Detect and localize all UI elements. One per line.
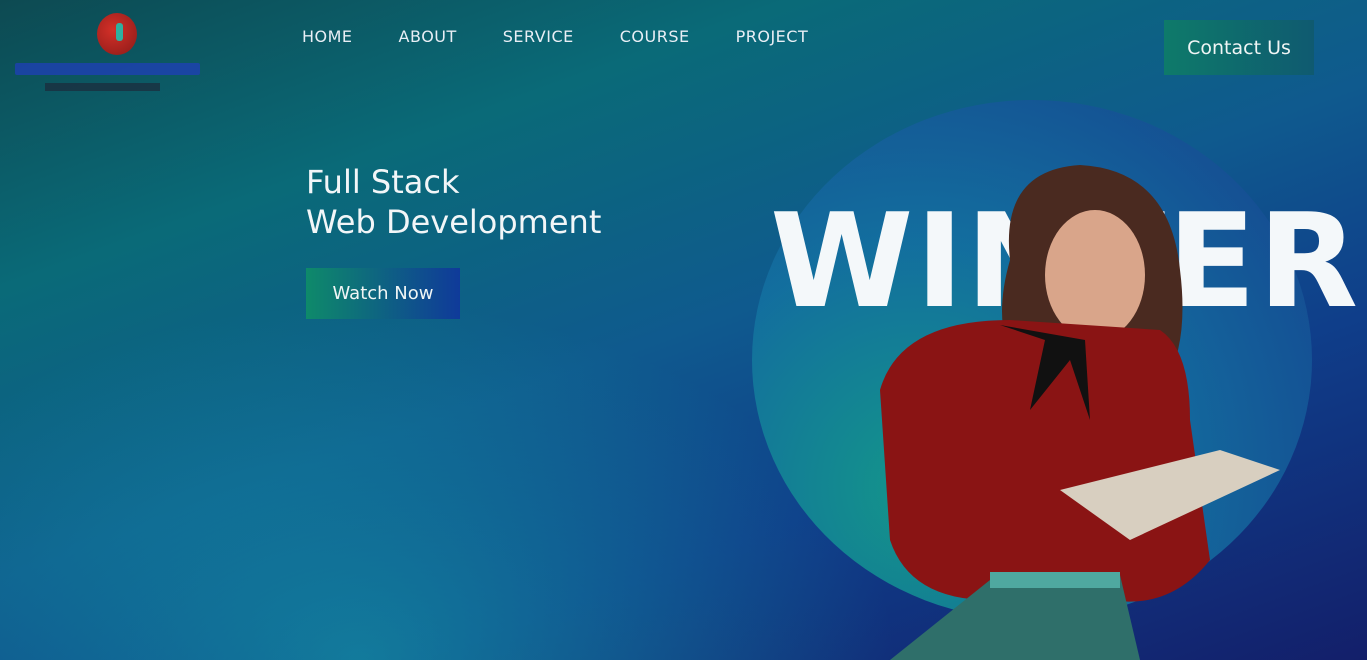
logo-name-mark	[15, 63, 200, 75]
contact-us-button[interactable]: Contact Us	[1164, 20, 1314, 75]
nav-project[interactable]: PROJECT	[736, 27, 809, 46]
apple-logo-icon	[97, 13, 137, 55]
woman-reading-image	[880, 165, 1280, 660]
nav-home[interactable]: HOME	[302, 27, 353, 46]
nav-about[interactable]: ABOUT	[399, 27, 457, 46]
nav-service[interactable]: SERVICE	[503, 27, 574, 46]
hero-title: Full Stack Web Development	[306, 162, 601, 242]
main-nav: HOME ABOUT SERVICE COURSE PROJECT	[302, 27, 854, 46]
nav-course[interactable]: COURSE	[620, 27, 690, 46]
watch-now-button[interactable]: Watch Now	[306, 268, 460, 319]
hero-title-line2: Web Development	[306, 203, 602, 241]
logo-tagline-mark	[45, 83, 160, 91]
hero-title-line1: Full Stack	[306, 163, 460, 201]
site-logo[interactable]	[15, 5, 200, 95]
